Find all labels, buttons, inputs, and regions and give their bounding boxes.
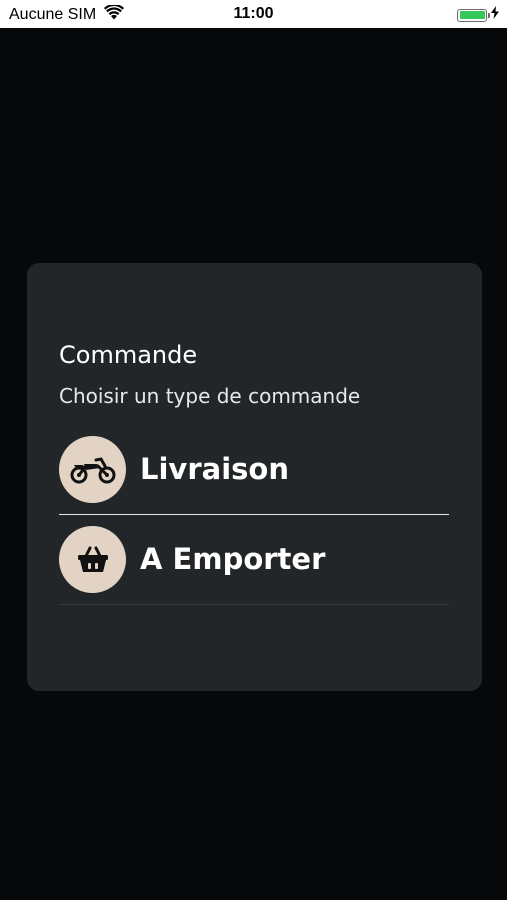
- status-bar: Aucune SIM 11:00: [0, 0, 507, 28]
- dialog-title: Commande: [59, 341, 198, 369]
- battery-level: [459, 11, 485, 19]
- option-a-emporter[interactable]: A Emporter: [59, 514, 449, 605]
- battery-icon: [457, 8, 490, 22]
- status-time: 11:00: [233, 5, 274, 22]
- basket-icon: [59, 525, 126, 593]
- battery-tip: [488, 12, 490, 18]
- option-label: Livraison: [140, 452, 289, 486]
- bolt-icon: [491, 6, 499, 24]
- motorbike-icon: [59, 435, 126, 503]
- order-type-dialog: Commande Choisir un type de commande Liv…: [27, 263, 482, 691]
- option-livraison[interactable]: Livraison: [59, 424, 449, 515]
- option-label: A Emporter: [140, 542, 326, 576]
- status-right-group: [457, 6, 499, 24]
- app-screen: Aucune SIM 11:00 Commande Choisir un typ…: [0, 0, 507, 900]
- dialog-subtitle: Choisir un type de commande: [59, 384, 361, 408]
